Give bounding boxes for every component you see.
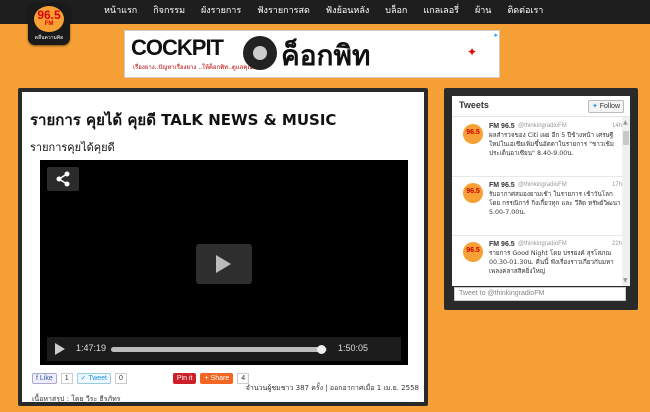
tweet-text: รับอากาศสมองยามเช้า ในรายการ เช้าวันโลก …	[489, 191, 621, 217]
bridgestone-mark-icon: ✦	[467, 45, 478, 59]
tweet-item[interactable]: 96.5 FM 96.5 @thinkingradioFM 17h รับอาก…	[452, 177, 622, 236]
seek-handle[interactable]	[317, 345, 327, 354]
tweet-to-input[interactable]: Tweet to @thinkingradioFM	[454, 287, 626, 301]
follow-button[interactable]: ✦ Follow	[587, 100, 624, 113]
seek-bar[interactable]	[111, 345, 327, 354]
play-icon	[216, 255, 231, 273]
station-logo[interactable]: 96.5 FM คลื่นความคิด	[28, 3, 70, 45]
nav-gallery[interactable]: แกลเลอรี่	[415, 0, 467, 24]
seek-progress	[111, 347, 322, 352]
tweet-time[interactable]: 17h	[612, 182, 622, 188]
tweet-time[interactable]: 14h	[612, 123, 622, 129]
tweet-handle[interactable]: @thinkingradioFM	[518, 241, 567, 247]
tweet-item[interactable]: 96.5 FM 96.5 @thinkingradioFM 14h ผลสำรว…	[452, 118, 622, 177]
tweet-text: ผลสำรวจของ Citi เผย อีก 5 ปีข้างหน้า เศร…	[489, 132, 614, 158]
top-nav-bar: หน้าแรก กิจกรรม ผังรายการ ฟังรายการสด ฟั…	[0, 0, 650, 24]
avatar[interactable]: 96.5	[463, 124, 483, 144]
main-nav: หน้าแรก กิจกรรม ผังรายการ ฟังรายการสด ฟั…	[96, 0, 551, 24]
nav-activities[interactable]: กิจกรรม	[145, 0, 193, 24]
ad-choices-icon[interactable]: ▸	[494, 31, 498, 39]
share-button[interactable]: + Share	[200, 373, 234, 384]
duration: 1:50:05	[338, 343, 369, 353]
nav-contact[interactable]: ติดต่อเรา	[499, 0, 551, 24]
tweet-handle[interactable]: @thinkingradioFM	[518, 123, 567, 129]
twitter-sidebar: Tweets ✦ Follow 96.5 FM 96.5 @thinkingra…	[444, 88, 638, 310]
content-panel: รายการ คุยได้ คุยดี TALK NEWS & MUSIC รา…	[18, 88, 428, 406]
scroll-up-icon[interactable]: ▲	[623, 119, 628, 126]
video-player[interactable]: 1:47:19 1:50:05	[40, 160, 408, 365]
timeline-scrollbar[interactable]: ▲ ▼	[622, 117, 630, 286]
tweet-count: 0	[115, 373, 127, 384]
like-count: 1	[60, 373, 73, 384]
logo-fm: FM	[44, 21, 54, 27]
twitter-bird-icon: ✦	[591, 103, 598, 110]
avatar[interactable]: 96.5	[463, 242, 483, 262]
twitter-header: Tweets ✦ Follow	[452, 96, 630, 117]
scroll-down-icon[interactable]: ▼	[623, 277, 628, 284]
banner-brand-thai: ค็อกพิท	[281, 39, 371, 72]
tweets-title: Tweets	[459, 100, 489, 110]
social-share-bar: f Like 1 ✓ Tweet 0 Pin it + Share 4	[32, 373, 250, 384]
logo-tagline: คลื่นความคิด	[34, 35, 64, 41]
author-credit: เนื้อหาสรุป : โดย วีระ ธีรภัทร	[32, 395, 121, 403]
big-play-button[interactable]	[196, 244, 252, 284]
ad-banner[interactable]: COCKPIT เรื่องยาง..ปัญหาเรื่องยาง ..ให้ค…	[124, 30, 500, 78]
tweet-time[interactable]: 22h	[612, 241, 622, 247]
scrollbar-thumb[interactable]	[623, 131, 629, 145]
nav-blog[interactable]: บล็อก	[377, 0, 415, 24]
nav-home[interactable]: หน้าแรก	[96, 0, 145, 24]
tweet-handle[interactable]: @thinkingradioFM	[518, 182, 567, 188]
nav-live[interactable]: ฟังรายการสด	[249, 0, 318, 24]
play-pause-icon[interactable]	[55, 343, 65, 355]
nav-partners[interactable]: ผ้าน	[467, 0, 499, 24]
twitter-timeline: Tweets ✦ Follow 96.5 FM 96.5 @thinkingra…	[452, 96, 630, 286]
pinterest-button[interactable]: Pin it	[172, 373, 197, 384]
tweet-text: รายการ Good Night โดย บรรยงค์ สุรโสภณ 00…	[489, 250, 614, 276]
nav-replay[interactable]: ฟังย้อนหลัง	[318, 0, 377, 24]
view-stats: จำนวนผู้ชมชาว 387 ครั้ง | ออกอากาศเมื่อ …	[245, 384, 419, 392]
tweet-item[interactable]: 96.5 FM 96.5 @thinkingradioFM 22h รายการ…	[452, 236, 622, 286]
avatar[interactable]: 96.5	[463, 183, 483, 203]
logo-number: 96.5	[37, 8, 61, 22]
tire-icon	[243, 36, 277, 70]
tweet-author[interactable]: FM 96.5	[489, 241, 515, 248]
banner-brand: COCKPIT	[131, 35, 224, 60]
facebook-like-button[interactable]: f Like	[32, 373, 57, 384]
current-time: 1:47:19	[76, 343, 107, 353]
tweet-author[interactable]: FM 96.5	[489, 123, 515, 130]
page-title: รายการ คุยได้ คุยดี TALK NEWS & MUSIC	[30, 111, 337, 129]
banner-subtext: เรื่องยาง..ปัญหาเรื่องยาง ..ให้ค็อกพิท..…	[133, 64, 253, 71]
share-icon	[56, 171, 70, 187]
tweet-button[interactable]: ✓ Tweet	[76, 373, 112, 384]
share-video-button[interactable]	[47, 167, 79, 191]
player-controls: 1:47:19 1:50:05	[47, 337, 401, 361]
nav-schedule[interactable]: ผังรายการ	[193, 0, 249, 24]
program-subtitle: รายการคุยได้คุยดี	[30, 141, 115, 154]
tweet-author[interactable]: FM 96.5	[489, 182, 515, 189]
